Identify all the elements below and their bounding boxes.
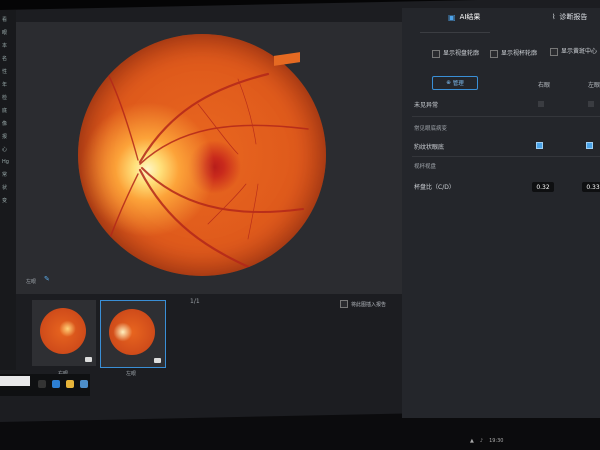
sidebar-label: 常 bbox=[2, 172, 8, 178]
sidebar-label: 状 bbox=[2, 185, 8, 191]
cd-ratio-right: 0.32 bbox=[532, 182, 554, 192]
sidebar-label: Hg bbox=[2, 159, 9, 165]
button-label: 管理 bbox=[452, 81, 464, 87]
browser-icon[interactable] bbox=[52, 380, 60, 388]
results-panel bbox=[402, 8, 600, 418]
app-icon[interactable] bbox=[80, 380, 88, 388]
thumbnail-right-eye[interactable] bbox=[32, 300, 96, 366]
sidebar-label: 看 bbox=[2, 17, 8, 23]
column-left-eye: 左眼 bbox=[588, 82, 600, 89]
page-indicator: 1/1 bbox=[190, 298, 200, 305]
folder-icon[interactable] bbox=[66, 380, 74, 388]
sidebar-label: 底 bbox=[2, 108, 8, 114]
chart-icon: ⌇ bbox=[552, 13, 556, 21]
insert-report-checkbox[interactable]: 将此图插入报告 bbox=[340, 300, 386, 308]
option-label: 显示视杯轮廓 bbox=[501, 50, 538, 57]
left-sidebar: 看 眼 本 名 性 年 检 底 像 报 心 Hg 常 状 变 bbox=[0, 10, 16, 370]
retinal-vessels bbox=[105, 72, 309, 271]
taskbar bbox=[0, 374, 90, 396]
tab-label: 诊断报告 bbox=[559, 13, 588, 21]
sidebar-label: 报 bbox=[2, 134, 8, 140]
manage-button[interactable]: ⊕ 管理 bbox=[432, 76, 478, 90]
thumbnail-image bbox=[109, 309, 155, 355]
checkbox[interactable] bbox=[490, 49, 498, 58]
left-eye-checked[interactable] bbox=[586, 142, 593, 149]
gear-icon: ⊕ bbox=[446, 80, 451, 86]
sidebar-label: 变 bbox=[2, 198, 8, 204]
checkbox-label: 将此图插入报告 bbox=[351, 301, 387, 308]
clipboard-icon: ▣ bbox=[448, 12, 456, 22]
fundus-image bbox=[78, 34, 326, 276]
eye-caption: 左眼 bbox=[26, 279, 37, 285]
thumbnail-image bbox=[40, 308, 86, 354]
option-label: 显示黄斑中心 bbox=[561, 48, 598, 55]
finding-no-abnormality: 未见异常 bbox=[414, 102, 439, 109]
sidebar-label: 像 bbox=[2, 121, 8, 127]
checkbox[interactable] bbox=[550, 47, 558, 56]
tab-underline bbox=[420, 32, 490, 33]
left-eye-checkbox[interactable] bbox=[588, 101, 594, 107]
tab-diagnosis-report[interactable]: ⌇ 诊断报告 bbox=[552, 12, 587, 22]
sidebar-label: 本 bbox=[2, 43, 8, 49]
sidebar-label: 名 bbox=[2, 56, 8, 62]
show-disc-outline-option[interactable]: 显示视盘轮廓 bbox=[432, 48, 479, 58]
column-right-eye: 右眼 bbox=[538, 82, 551, 89]
task-view-icon[interactable] bbox=[38, 380, 46, 388]
checkbox[interactable] bbox=[432, 49, 440, 58]
right-eye-checkbox[interactable] bbox=[538, 101, 544, 107]
sidebar-label: 性 bbox=[2, 69, 8, 75]
network-icon[interactable]: ▲ bbox=[470, 438, 474, 444]
image-tag-icon bbox=[85, 357, 92, 362]
checkbox[interactable] bbox=[340, 300, 348, 308]
section-common-lesions: 常见眼底病变 bbox=[414, 126, 448, 132]
show-macula-option[interactable]: 显示黄斑中心 bbox=[550, 46, 597, 56]
sidebar-label: 年 bbox=[2, 82, 8, 88]
thumbnail-left-eye[interactable] bbox=[100, 300, 166, 368]
sidebar-label: 检 bbox=[2, 95, 8, 101]
thumbnail-label: 左眼 bbox=[126, 371, 137, 377]
divider bbox=[412, 156, 600, 157]
sidebar-label: 心 bbox=[2, 147, 8, 153]
fundus-image-viewer[interactable] bbox=[16, 22, 408, 294]
clock: 19:30 bbox=[489, 438, 504, 444]
image-tag-icon bbox=[154, 358, 161, 363]
cd-ratio-label: 杯盘比（C/D） bbox=[414, 184, 455, 191]
tab-ai-results[interactable]: ▣ AI结果 bbox=[448, 12, 480, 22]
finding-leopard-fundus: 豹纹状眼底 bbox=[414, 144, 445, 151]
tab-label: AI结果 bbox=[459, 13, 481, 21]
system-tray: ▲ ♪ 19:30 bbox=[470, 438, 503, 444]
right-eye-checked[interactable] bbox=[536, 142, 543, 149]
pencil-icon[interactable]: ✎ bbox=[44, 276, 51, 283]
volume-icon[interactable]: ♪ bbox=[480, 438, 483, 444]
divider bbox=[412, 116, 600, 117]
sidebar-label: 眼 bbox=[2, 30, 8, 36]
taskbar-search[interactable] bbox=[0, 376, 30, 386]
cd-ratio-left: 0.33 bbox=[582, 182, 600, 192]
show-cup-outline-option[interactable]: 显示视杯轮廓 bbox=[490, 48, 537, 58]
option-label: 显示视盘轮廓 bbox=[443, 50, 480, 57]
section-cup-disc: 视杯视盘 bbox=[414, 164, 437, 170]
